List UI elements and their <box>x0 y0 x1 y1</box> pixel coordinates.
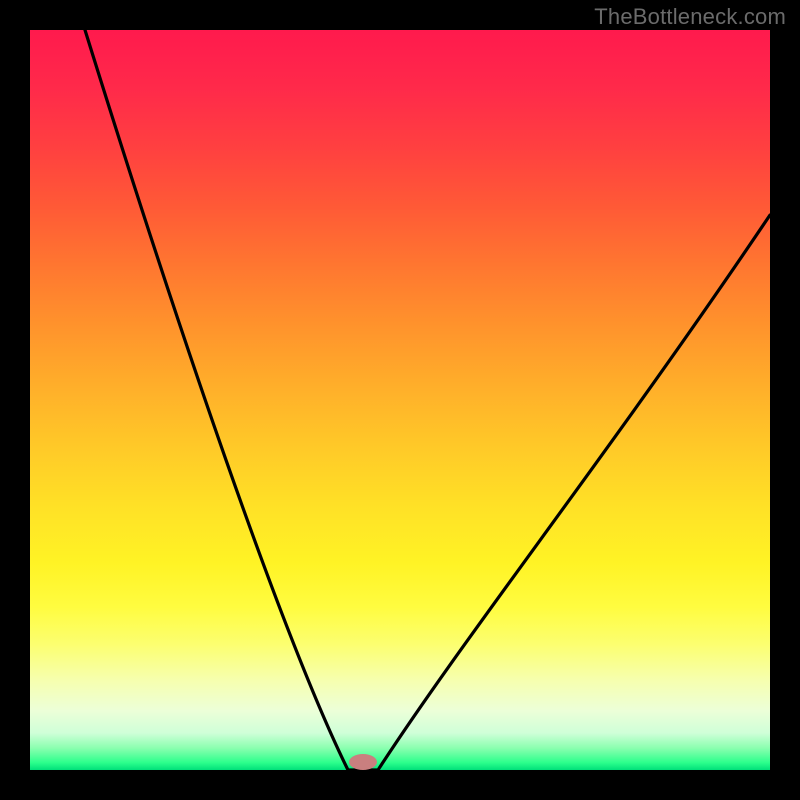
bottleneck-curve-svg <box>30 30 770 770</box>
plot-area <box>30 30 770 770</box>
chart-frame: TheBottleneck.com <box>0 0 800 800</box>
watermark-text: TheBottleneck.com <box>594 4 786 30</box>
trough-marker <box>349 754 377 770</box>
bottleneck-curve-line <box>85 30 770 770</box>
